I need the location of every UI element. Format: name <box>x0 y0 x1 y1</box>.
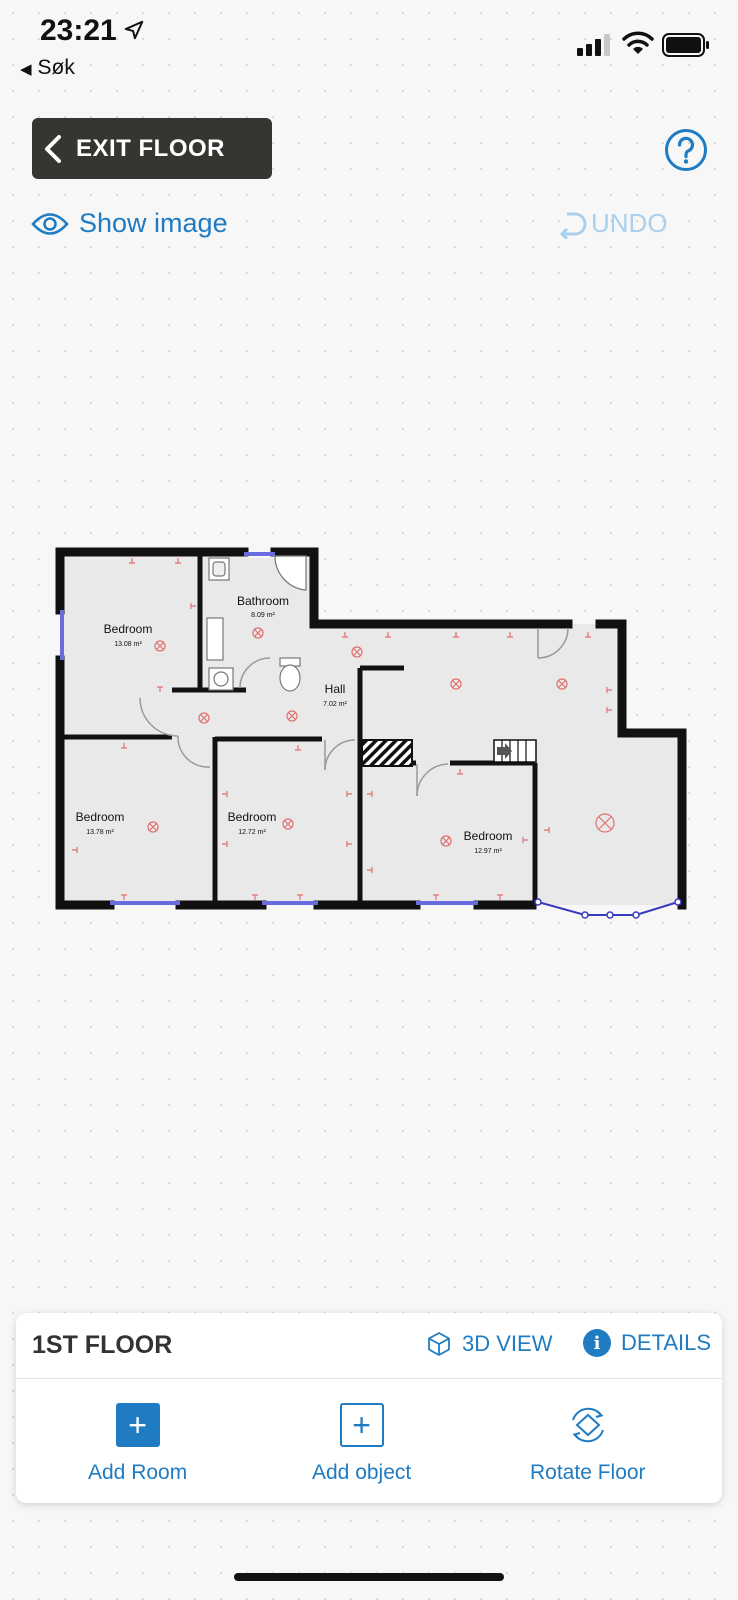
undo-button[interactable]: UNDO <box>557 208 668 239</box>
room-name-bedroom-3: Bedroom <box>228 810 277 824</box>
add-room-label: Add Room <box>88 1461 188 1484</box>
floor-title: 1ST FLOOR <box>32 1331 173 1359</box>
info-icon: i <box>583 1329 611 1357</box>
home-indicator[interactable] <box>234 1573 504 1581</box>
3d-view-button[interactable]: 3D VIEW <box>426 1331 552 1357</box>
add-object-button[interactable]: + Add object <box>312 1403 411 1485</box>
panel-divider <box>16 1378 722 1379</box>
status-bar: 23:21 ◀ Søk <box>0 0 738 88</box>
3d-view-label: 3D VIEW <box>462 1331 553 1356</box>
floor-area <box>60 552 682 905</box>
rotate-icon <box>571 1407 604 1443</box>
room-area-hall: 7.02 m² <box>323 701 347 708</box>
room-name-bedroom-2: Bedroom <box>76 810 125 824</box>
floor-panel: 1ST FLOOR 3D VIEW i DETAILS + Add Room +… <box>16 1313 722 1503</box>
back-label: Søk <box>37 56 75 79</box>
plus-filled-icon: + <box>115 1403 160 1447</box>
room-name-bedroom-1: Bedroom <box>104 622 153 636</box>
room-area-bathroom: 8.09 m² <box>251 612 275 619</box>
status-time: 23:21 <box>40 14 117 47</box>
chevron-left-icon <box>45 134 61 163</box>
room-area-bedroom-1: 13.08 m² <box>114 641 142 648</box>
room-name-bedroom-4: Bedroom <box>464 829 513 843</box>
help-question-icon[interactable] <box>664 128 708 172</box>
undo-arrow-icon <box>559 212 587 239</box>
exit-floor-button[interactable]: EXIT FLOOR <box>32 118 272 179</box>
floor-plan[interactable]: Bedroom 13.08 m² Bathroom 8.09 m² Hall 7… <box>0 540 738 950</box>
room-name-hall: Hall <box>325 682 346 696</box>
exit-floor-label: EXIT FLOOR <box>76 134 225 162</box>
undo-label: UNDO <box>591 208 668 238</box>
show-image-toggle[interactable]: Show image <box>31 208 228 239</box>
location-arrow-icon <box>124 20 144 40</box>
eye-icon <box>31 212 69 235</box>
back-triangle-icon: ◀ <box>20 61 32 78</box>
back-to-app-link[interactable]: ◀ Søk <box>20 56 75 80</box>
rotate-floor-label: Rotate Floor <box>530 1461 646 1484</box>
room-area-bedroom-3: 12.72 m² <box>238 829 266 836</box>
room-name-bathroom: Bathroom <box>237 594 289 608</box>
plus-outline-icon: + <box>339 1403 384 1447</box>
room-area-bedroom-4: 12.97 m² <box>474 848 502 855</box>
chimney-hatch <box>361 739 413 767</box>
battery-icon <box>662 33 709 57</box>
details-button[interactable]: i DETAILS <box>583 1329 711 1357</box>
details-label: DETAILS <box>621 1330 712 1355</box>
cellular-signal-icon <box>577 34 610 56</box>
rotate-floor-button[interactable]: Rotate Floor <box>530 1403 646 1485</box>
cube-icon <box>428 1332 450 1356</box>
add-room-button[interactable]: + Add Room <box>88 1403 187 1485</box>
wifi-icon <box>622 31 654 54</box>
room-area-bedroom-2: 13.78 m² <box>86 829 114 836</box>
show-image-label: Show image <box>79 208 228 238</box>
add-object-label: Add object <box>312 1461 412 1484</box>
staircase <box>493 739 537 763</box>
